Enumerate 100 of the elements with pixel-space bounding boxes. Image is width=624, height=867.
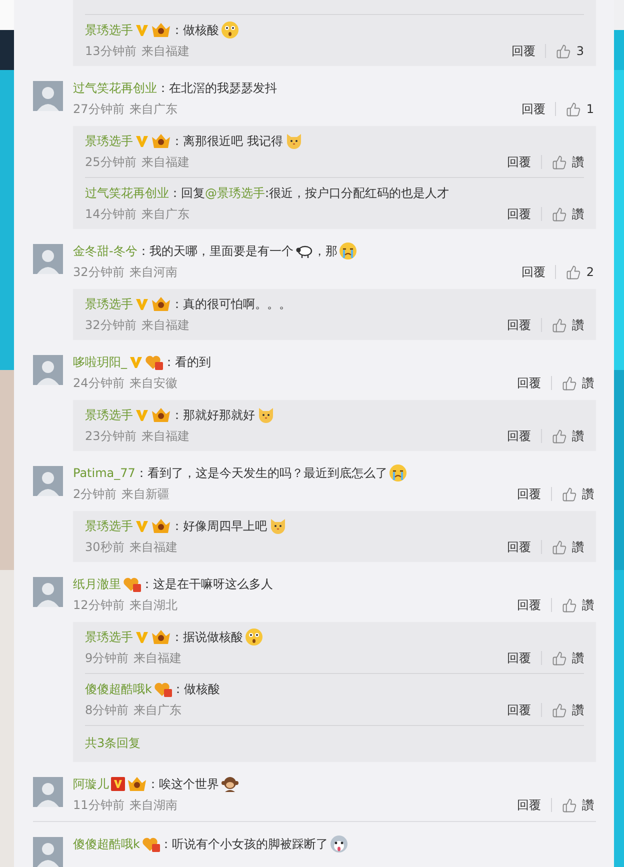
reply-link[interactable]: 回覆 xyxy=(507,650,531,666)
comment-text: ：离那很近吧 我记得 xyxy=(171,132,283,150)
thumbs-up-icon xyxy=(552,318,567,332)
avatar[interactable] xyxy=(33,777,63,807)
reply-link[interactable]: 回覆 xyxy=(521,100,546,118)
reply-link[interactable]: 回覆 xyxy=(507,538,531,556)
time-text: 32分钟前 xyxy=(73,264,124,280)
like-button[interactable]: 2 xyxy=(566,264,594,280)
location-text: 来自广东 xyxy=(134,702,182,718)
like-button[interactable]: 讚 xyxy=(552,154,584,170)
comment-text: ：好像周四早上吧 xyxy=(171,518,267,534)
reply-link[interactable]: 回覆 xyxy=(511,42,536,60)
thumbs-up-icon xyxy=(552,650,567,666)
reply-link[interactable]: 回覆 xyxy=(507,154,531,170)
avatar[interactable] xyxy=(33,355,63,385)
time-text: 24分钟前 xyxy=(73,374,124,392)
crown-icon xyxy=(151,296,171,312)
like-button[interactable]: 讚 xyxy=(562,796,594,814)
verified-v-icon xyxy=(135,408,149,422)
thumbs-up-icon xyxy=(562,376,577,390)
comment-text: ：我的天哪，里面要是有一个 xyxy=(137,242,294,260)
like-button[interactable]: 讚 xyxy=(552,702,584,718)
verified-v-icon xyxy=(111,777,125,791)
like-button[interactable]: 讚 xyxy=(562,596,594,614)
comment-text: ：这是在干嘛呀这么多人 xyxy=(141,576,273,592)
verified-v-icon xyxy=(135,630,149,644)
crying-face-icon xyxy=(339,242,358,260)
like-button[interactable]: 讚 xyxy=(552,650,584,666)
reply-link[interactable]: 回覆 xyxy=(507,428,531,444)
heart-level-icon xyxy=(145,354,163,370)
surprised-face-icon xyxy=(245,628,263,646)
location-text: 来自河南 xyxy=(129,264,178,280)
comment-text: ：那就好那就好 xyxy=(171,406,255,424)
comment-text: :很近，按户口分配红码的也是人才 xyxy=(265,184,450,202)
comment-text: ：做核酸 xyxy=(171,22,219,38)
thumbs-up-icon xyxy=(562,598,577,612)
thumbs-up-icon xyxy=(566,264,582,280)
reply-link[interactable]: 回覆 xyxy=(517,486,541,502)
like-button[interactable]: 讚 xyxy=(552,206,584,222)
verified-v-icon xyxy=(135,297,149,311)
crying-face-icon xyxy=(389,464,408,482)
reply-link[interactable]: 回覆 xyxy=(507,316,531,334)
location-text: 来自湖南 xyxy=(129,796,178,814)
comment-text: ：真的很可怕啊。。。 xyxy=(171,296,291,312)
avatar[interactable] xyxy=(33,837,63,867)
avatar[interactable] xyxy=(33,466,63,496)
location-text: 来自福建 xyxy=(141,316,190,334)
location-text: 来自广东 xyxy=(129,100,178,118)
time-text: 30秒前 xyxy=(85,538,124,556)
avatar[interactable] xyxy=(33,81,63,111)
like-button[interactable]: 讚 xyxy=(552,428,584,444)
thumbs-up-icon xyxy=(552,702,567,718)
time-text: 13分钟前 xyxy=(85,42,136,60)
comment-text: ，那 xyxy=(313,242,338,260)
comment-text: ：看的到 xyxy=(163,354,211,370)
avatar[interactable] xyxy=(33,244,63,274)
reply-link[interactable]: 回覆 xyxy=(517,796,541,814)
time-text: 14分钟前 xyxy=(85,206,136,222)
time-text: 12分钟前 xyxy=(73,596,124,614)
like-button[interactable]: 讚 xyxy=(552,316,584,334)
location-text: 来自福建 xyxy=(141,154,190,170)
comment-text: ：在北滘的我瑟瑟发抖 xyxy=(157,80,277,96)
cat-icon xyxy=(284,132,303,150)
heart-level-icon xyxy=(154,681,172,697)
like-button[interactable]: 1 xyxy=(566,102,594,116)
thumbs-up-icon xyxy=(562,486,577,502)
heart-level-icon xyxy=(142,836,160,852)
surprised-face-icon xyxy=(221,21,239,39)
location-text: 来自湖北 xyxy=(129,596,178,614)
reply-link[interactable]: 回覆 xyxy=(517,374,541,392)
cat-icon xyxy=(269,517,287,535)
like-button[interactable]: 3 xyxy=(556,44,584,58)
location-text: 来自福建 xyxy=(141,428,190,444)
thumbs-up-icon xyxy=(566,102,582,116)
like-button[interactable]: 讚 xyxy=(562,486,594,502)
reply-link[interactable]: 回覆 xyxy=(507,702,531,718)
crown-icon xyxy=(151,133,171,149)
reply-link[interactable]: 回覆 xyxy=(517,596,541,614)
crown-icon xyxy=(151,629,171,645)
like-button[interactable]: 讚 xyxy=(562,374,594,392)
thumbs-up-icon xyxy=(552,206,567,222)
reply-link[interactable]: 回覆 xyxy=(521,264,546,280)
time-text: 9分钟前 xyxy=(85,650,129,666)
comment-text: ：做核酸 xyxy=(172,680,220,698)
crown-icon xyxy=(151,518,171,534)
location-text: 来自新疆 xyxy=(122,486,170,502)
heart-level-icon xyxy=(123,576,141,592)
verified-v-icon xyxy=(135,23,149,37)
avatar[interactable] xyxy=(33,577,63,607)
location-text: 来自福建 xyxy=(129,538,178,556)
thumbs-up-icon xyxy=(562,798,577,812)
comment-text: ：据说做核酸 xyxy=(171,628,243,646)
location-text: 来自福建 xyxy=(141,42,190,60)
comment-text: ：唉这个世界 xyxy=(147,776,219,792)
time-text: 8分钟前 xyxy=(85,702,129,718)
thumbs-up-icon xyxy=(552,540,567,554)
like-button[interactable]: 讚 xyxy=(552,538,584,556)
time-text: 2分钟前 xyxy=(73,486,117,502)
reply-link[interactable]: 回覆 xyxy=(507,206,531,222)
comment-text: ：听说有个小女孩的脚被踩断了 xyxy=(160,836,328,852)
